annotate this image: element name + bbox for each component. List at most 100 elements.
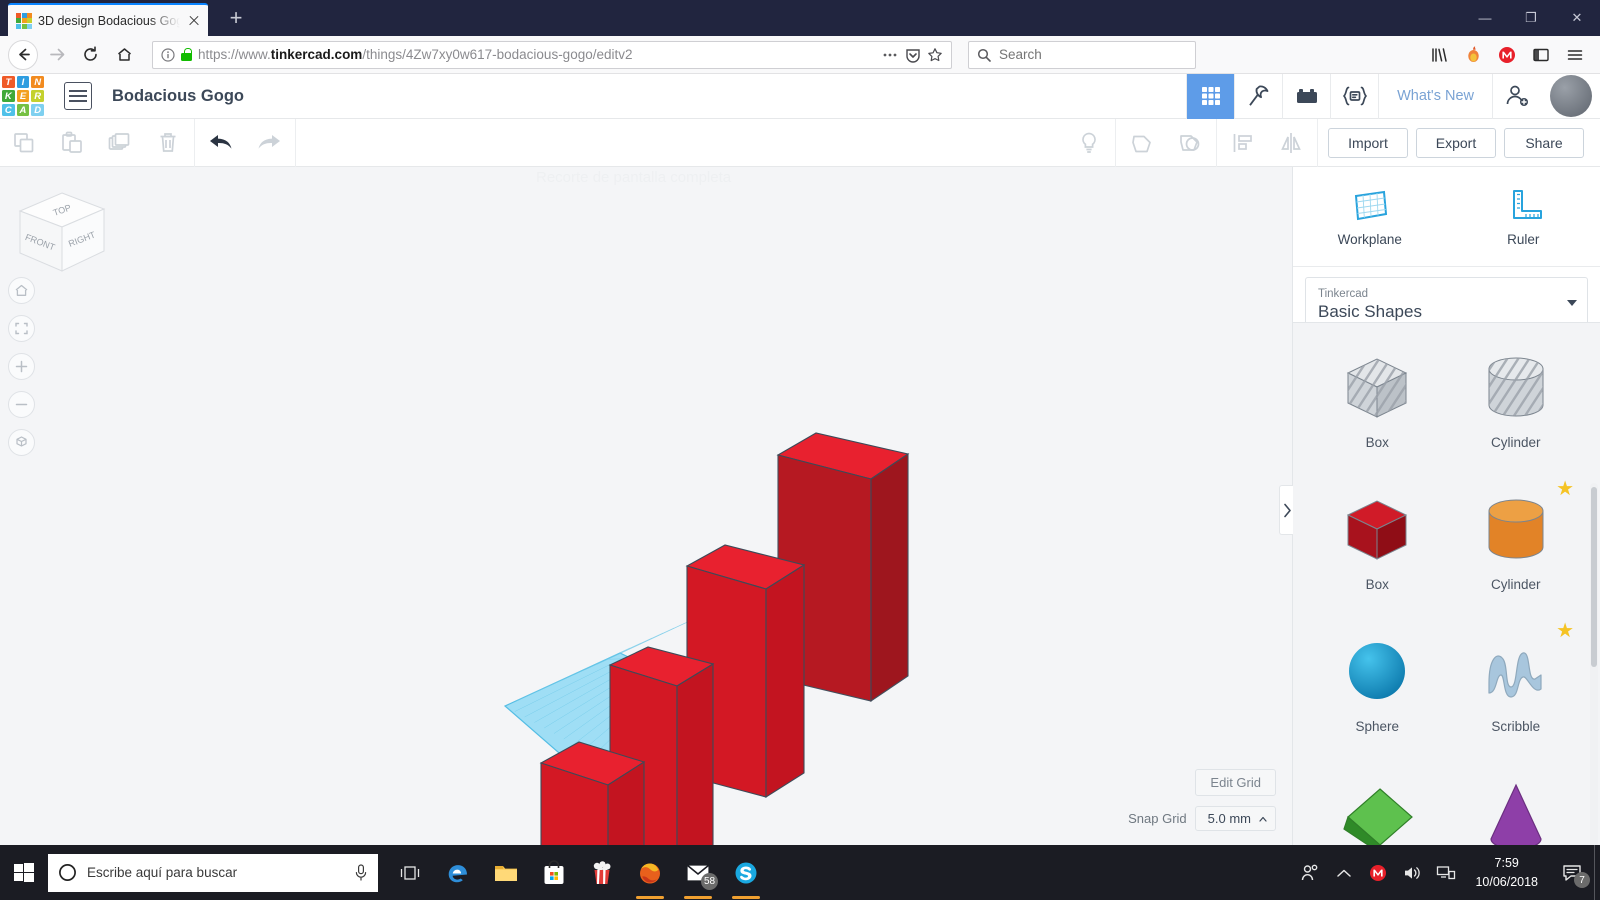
chevron-up-icon[interactable] [1327,845,1361,900]
scrollbar-thumb[interactable] [1591,487,1597,667]
panel-collapse-button[interactable] [1279,485,1294,535]
pickaxe-icon[interactable] [1234,73,1282,119]
zoom-in-icon[interactable] [8,353,35,380]
shape-item-pyramid[interactable] [1311,763,1444,845]
avatar[interactable] [1550,75,1592,117]
blocks-grid-icon[interactable] [1186,73,1235,119]
home-view-icon[interactable] [8,277,35,304]
taskbar-clock[interactable]: 7:59 10/06/2018 [1463,854,1550,890]
codeblocks-icon[interactable] [1330,73,1378,119]
fit-view-icon[interactable] [8,315,35,342]
reload-button[interactable] [74,40,106,70]
design-canvas[interactable]: Recorte de pantalla completa TOP FRONT R… [0,167,1292,845]
shapes-scrollbar[interactable] [1590,483,1598,845]
bookmark-star-icon[interactable] [927,47,943,63]
firefox-icon[interactable] [626,845,674,900]
taskbar-search[interactable]: Escribe aquí para buscar [48,853,378,892]
delete-button[interactable] [144,123,192,163]
minimize-button[interactable]: — [1462,0,1508,36]
workplane-icon [1354,190,1387,221]
shape-item-box[interactable]: Box [1311,337,1444,475]
shape-item-cylinder[interactable]: Cylinder [1450,337,1583,475]
browser-tab[interactable]: 3D design Bodacious Gogo | Ti [8,3,208,36]
windows-start-icon[interactable] [0,845,48,900]
shape-item-sphere[interactable]: Sphere [1311,621,1444,759]
browser-search-bar[interactable] [968,40,1196,69]
search-input[interactable] [999,47,1187,62]
perspective-toggle-icon[interactable] [8,429,35,456]
notification-center-button[interactable]: 7 [1550,845,1594,900]
favicon-tile [16,23,21,29]
mail-icon[interactable]: 58 [674,845,722,900]
three-d-scene[interactable] [0,167,1292,845]
box-object-1[interactable] [539,741,646,845]
explorer-icon[interactable] [482,845,530,900]
export-button[interactable]: Export [1416,127,1496,158]
forward-arrow-icon [49,48,64,61]
network-icon[interactable] [1429,845,1463,900]
favorite-star-icon[interactable]: ★ [1556,621,1574,641]
lightbulb-icon[interactable] [1065,123,1113,163]
view-cube[interactable]: TOP FRONT RIGHT [12,187,112,282]
whats-new-link[interactable]: What's New [1378,73,1492,119]
forward-button[interactable] [40,40,72,70]
ruler-tool[interactable]: Ruler [1447,167,1600,266]
window-controls: — ❐ ✕ [1462,0,1600,36]
search-icon [977,48,991,62]
volume-icon[interactable] [1395,845,1429,900]
favorite-star-icon[interactable]: ★ [1556,479,1574,499]
page-actions-icon[interactable] [881,48,899,62]
store-icon[interactable] [530,845,578,900]
add-user-icon[interactable] [1492,73,1540,119]
close-window-button[interactable]: ✕ [1554,0,1600,36]
workplane-tool[interactable]: Workplane [1293,167,1447,266]
shape-item-scribble[interactable]: ★ Scribble [1450,621,1583,759]
menu-icon[interactable] [1560,40,1590,70]
import-button[interactable]: Import [1328,127,1408,158]
show-desktop-button[interactable] [1594,845,1600,900]
close-tab-icon[interactable] [186,13,202,29]
back-button[interactable] [8,39,38,70]
zoom-out-icon[interactable] [8,391,35,418]
copy-button[interactable] [0,123,48,163]
lego-brick-icon[interactable] [1282,73,1330,119]
skype-icon[interactable] [722,845,770,900]
edge-icon[interactable] [434,845,482,900]
shape-label: Sphere [1355,719,1400,734]
paste-button[interactable] [48,123,96,163]
share-button[interactable]: Share [1504,127,1584,158]
ungroup-icon[interactable] [1166,123,1214,163]
sidebar-icon[interactable] [1526,40,1556,70]
shape-item-cylinder[interactable]: ★ Cylinder [1450,479,1583,617]
pocket-save-icon[interactable] [905,47,921,63]
undo-button[interactable] [197,123,245,163]
edit-grid-button[interactable]: Edit Grid [1195,769,1276,796]
home-button[interactable] [108,40,140,70]
maximize-button[interactable]: ❐ [1508,0,1554,36]
tinkercad-logo[interactable]: TIN KER CAD [0,74,46,118]
library-icon[interactable] [1424,40,1454,70]
group-icon[interactable] [1118,123,1166,163]
chevron-down-icon [1567,300,1577,306]
page-info-icon[interactable] [161,47,175,62]
new-tab-button[interactable]: + [222,6,250,32]
reload-icon [83,46,97,61]
pocket-icon[interactable] [1458,40,1488,70]
shape-item-box[interactable]: Box [1311,479,1444,617]
task-view-icon[interactable] [386,845,434,900]
gmail-tray-icon[interactable] [1361,845,1395,900]
taskbar-apps: 58 [386,845,770,900]
align-icon[interactable] [1219,123,1267,163]
gallery-menu-button[interactable] [64,82,92,110]
duplicate-button[interactable] [96,123,144,163]
mirror-icon[interactable] [1267,123,1315,163]
favicon-tile [21,18,27,23]
popcorn-icon[interactable] [578,845,626,900]
redo-button[interactable] [245,123,293,163]
gmail-icon[interactable] [1492,40,1522,70]
snap-grid-select[interactable]: 5.0 mm [1194,806,1276,831]
shape-item-cone[interactable] [1450,763,1583,845]
shapes-grid-container[interactable]: Box Cylinder Box ★ Cylinder Sphere ★ Scribble [1293,322,1600,845]
people-icon[interactable] [1293,845,1327,900]
url-bar[interactable]: https://www.tinkercad.com/things/4Zw7xy0… [152,40,952,69]
